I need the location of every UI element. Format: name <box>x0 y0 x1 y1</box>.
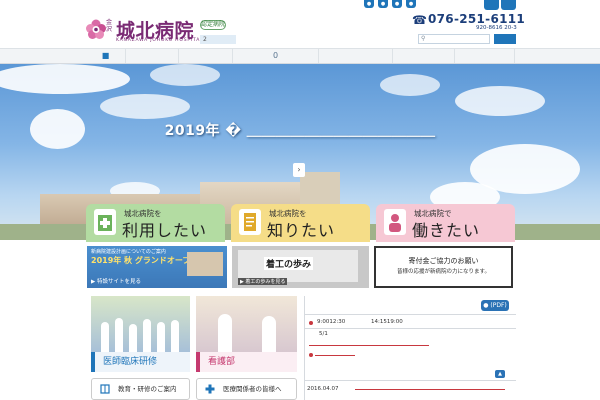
search-icon: ⚲ <box>421 35 426 42</box>
new-building-image <box>187 252 223 276</box>
pdf-label: (PDF) <box>490 302 507 309</box>
nav-item-4[interactable] <box>319 49 393 63</box>
red-divider <box>315 355 355 356</box>
hero-title: 2019年 � ＿＿＿＿＿＿＿＿＿＿＿＿＿ <box>164 123 436 139</box>
cloud <box>455 86 545 116</box>
certification-badge[interactable]: 認定病院 <box>200 20 226 30</box>
construction-banner[interactable]: 着工の歩み ▶ 着工の歩みを見る <box>232 246 369 288</box>
person <box>101 322 109 352</box>
home-icon: ■ <box>101 51 110 60</box>
cloud <box>0 64 130 94</box>
donation-banner[interactable]: 寄付金ご協力のお願い 皆様の応援が新病院の力になります。 <box>374 246 513 288</box>
card-work-hospital[interactable]: 城北病院で 働きたい <box>376 204 515 242</box>
cloud <box>100 94 190 119</box>
renewal-banner-small: 新病院建設計画についてのご案内 <box>91 249 166 255</box>
logo-english: KANAZAWA JOHOKU HOSPITAL <box>116 38 204 43</box>
nav-item-6[interactable] <box>455 49 515 63</box>
utility-buttons: ● ● ● ● <box>364 0 420 8</box>
info-panel: ● (PDF) 9:0012:30 14:1519:00 5/1 ▲ 2016.… <box>304 296 516 400</box>
donation-subtitle: 皆様の応援が新病院の力になります。 <box>397 269 490 275</box>
person <box>218 314 232 352</box>
page: 金沢 城北病院 KANAZAWA JOHOKU HOSPITAL 認定病院 2 … <box>0 0 600 400</box>
nav-item-1[interactable] <box>126 49 179 63</box>
top-tab-1[interactable] <box>484 0 499 10</box>
book-icon <box>100 384 110 394</box>
card-title: 働きたい <box>412 221 481 240</box>
search-input[interactable]: ⚲ <box>418 34 490 44</box>
divider <box>305 380 516 381</box>
address: 920-8616 20-3 <box>476 25 517 31</box>
news-underline <box>355 389 505 390</box>
nav-item-2[interactable] <box>179 49 233 63</box>
person <box>143 319 151 352</box>
top-tab-2[interactable] <box>501 0 516 10</box>
divider <box>305 314 516 315</box>
card-title: 利用したい <box>122 221 208 240</box>
person <box>262 316 276 352</box>
renewal-banner[interactable]: 新病院建設計画についてのご案内 2019年 秋 グランドオープン ▶ 特設サイト… <box>87 246 227 288</box>
scroll-up-button[interactable]: ▲ <box>495 370 505 378</box>
card-use-hospital[interactable]: 城北病院を 利用したい <box>86 204 225 242</box>
slider-next-button[interactable]: › <box>293 163 305 177</box>
news-date: 2016.04.07 <box>307 386 339 392</box>
status-dot <box>309 353 313 357</box>
nursing-photo[interactable] <box>196 296 297 352</box>
divider <box>305 328 516 329</box>
logo-furigana: 金沢 <box>106 19 113 33</box>
top-tab-buttons <box>484 0 516 10</box>
card-title: 知りたい <box>267 221 336 240</box>
person <box>129 324 137 352</box>
card-know-hospital[interactable]: 城北病院を 知りたい <box>231 204 370 242</box>
donation-title: 寄付金ご協力のお願い <box>408 257 479 265</box>
nav-home[interactable]: ■ <box>86 49 126 63</box>
status-dot <box>309 321 313 325</box>
recruit-icon <box>384 209 406 235</box>
education-button-label: 教育・研修のご案内 <box>118 385 177 393</box>
utility-button-4[interactable]: ● <box>406 0 416 8</box>
construction-link[interactable]: ▶ 着工の歩みを見る <box>238 278 288 285</box>
search-button[interactable] <box>494 34 516 44</box>
font-size-control[interactable]: 2 <box>200 35 236 44</box>
header: 金沢 城北病院 KANAZAWA JOHOKU HOSPITAL 認定病院 2 … <box>0 0 600 48</box>
renewal-banner-main: 2019年 秋 グランドオープン <box>91 256 199 265</box>
hours-morning: 9:0012:30 <box>317 319 346 325</box>
nav-item-3[interactable]: 0 <box>233 49 319 63</box>
cross-icon <box>205 384 215 394</box>
medical-staff-button[interactable]: 医療関係者の皆様へ <box>196 378 297 400</box>
pdf-icon: ● <box>483 302 489 309</box>
pdf-button[interactable]: ● (PDF) <box>481 300 509 311</box>
cloud <box>380 74 440 96</box>
nursing-caption[interactable]: 看護部 <box>196 352 297 372</box>
person <box>115 318 123 352</box>
flower-logo-icon <box>86 19 106 39</box>
phone-number[interactable]: 076-251-6111 <box>428 12 525 26</box>
nav-item-5[interactable] <box>393 49 455 63</box>
global-nav: ■ 0 <box>0 48 600 64</box>
red-divider <box>309 345 429 346</box>
phone-icon: ☎ <box>412 13 427 27</box>
utility-button-1[interactable]: ● <box>364 0 374 8</box>
medical-staff-button-label: 医療関係者の皆様へ <box>223 385 282 393</box>
cloud <box>150 64 220 86</box>
person <box>157 322 165 352</box>
construction-title: 着工の歩み <box>264 257 314 270</box>
hospital-icon <box>94 209 116 235</box>
hours-afternoon: 14:1519:00 <box>371 319 403 325</box>
holiday-date: 5/1 <box>319 331 328 337</box>
education-button[interactable]: 教育・研修のご案内 <box>91 378 190 400</box>
person <box>171 320 179 352</box>
doctor-training-photo[interactable] <box>91 296 190 352</box>
doctor-training-caption[interactable]: 医師臨床研修 <box>91 352 190 372</box>
renewal-banner-link[interactable]: ▶ 特設サイトを見る <box>91 277 141 285</box>
utility-button-2[interactable]: ● <box>378 0 388 8</box>
utility-button-3[interactable]: ● <box>392 0 402 8</box>
document-icon <box>239 209 261 235</box>
